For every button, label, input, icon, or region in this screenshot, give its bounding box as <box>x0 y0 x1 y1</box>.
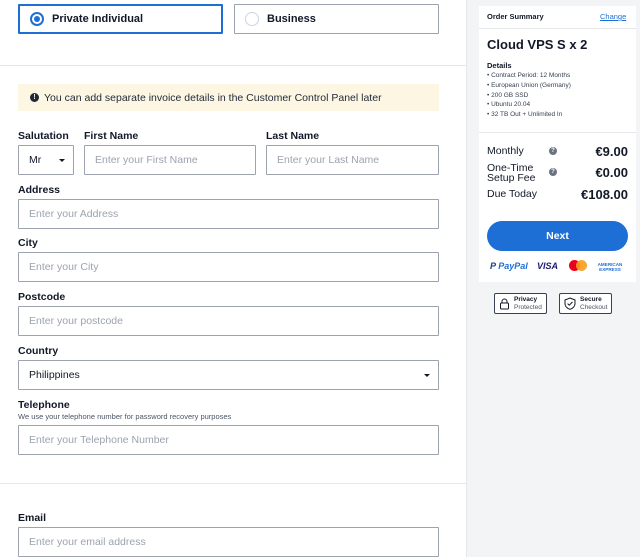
postcode-label: Postcode <box>18 291 66 303</box>
last-name-input[interactable]: Enter your Last Name <box>266 145 439 175</box>
details-heading: Details <box>487 61 512 70</box>
divider <box>0 483 467 484</box>
change-link[interactable]: Change <box>600 12 626 21</box>
paypal-icon: P PayPal <box>490 261 528 271</box>
chevron-down-icon <box>424 374 430 377</box>
radio-unselected-icon <box>245 12 259 26</box>
detail-item: 32 TB Out + Unlimited In <box>487 110 571 120</box>
telephone-input[interactable]: Enter your Telephone Number <box>18 425 439 455</box>
radio-selected-icon <box>30 12 44 26</box>
last-name-placeholder: Enter your Last Name <box>277 154 380 166</box>
divider <box>479 28 636 29</box>
business-label: Business <box>267 13 316 25</box>
secure-checkout-badge: Secure Checkout <box>559 293 613 314</box>
paypal-label: PayPal <box>498 261 528 271</box>
country-value: Philippines <box>29 369 80 381</box>
secure-line1: Secure <box>580 296 602 303</box>
address-label: Address <box>18 184 61 196</box>
detail-item: Ubuntu 20.04 <box>487 100 571 110</box>
salutation-label: Salutation <box>18 130 69 142</box>
email-placeholder: Enter your email address <box>29 536 146 548</box>
divider <box>0 65 467 66</box>
product-name: Cloud VPS S x 2 <box>487 37 588 52</box>
salutation-select[interactable]: Mr <box>18 145 74 175</box>
last-name-label: Last Name <box>266 130 320 142</box>
email-label: Email <box>18 512 47 524</box>
country-label: Country <box>18 345 59 357</box>
private-individual-option[interactable]: Private Individual <box>18 4 223 34</box>
telephone-hint: We use your telephone number for passwor… <box>18 412 232 421</box>
telephone-placeholder: Enter your Telephone Number <box>29 434 169 446</box>
city-label: City <box>18 237 38 249</box>
privacy-line2: Protected <box>514 303 542 311</box>
secure-line2: Checkout <box>580 303 608 311</box>
due-today-value: €108.00 <box>581 187 628 202</box>
divider <box>479 132 636 133</box>
salutation-value: Mr <box>29 154 42 166</box>
address-placeholder: Enter your Address <box>29 208 119 220</box>
detail-item: 200 GB SSD <box>487 91 571 101</box>
postcode-placeholder: Enter your postcode <box>29 315 123 327</box>
help-icon[interactable]: ? <box>549 147 557 155</box>
city-input[interactable]: Enter your City <box>18 252 439 282</box>
monthly-label: Monthly <box>487 145 524 157</box>
city-placeholder: Enter your City <box>29 261 99 273</box>
amex-icon: AMERICAN EXPRESS <box>597 262 623 272</box>
order-summary-title: Order Summary <box>487 12 544 21</box>
help-icon[interactable]: ? <box>549 168 557 176</box>
shield-check-icon <box>564 297 576 310</box>
postcode-input[interactable]: Enter your postcode <box>18 306 439 336</box>
privacy-line1: Privacy <box>514 296 538 303</box>
notice-text: You can add separate invoice details in … <box>44 91 382 104</box>
monthly-value: €9.00 <box>595 144 628 159</box>
telephone-label: Telephone <box>18 399 70 411</box>
detail-item: European Union (Germany) <box>487 81 571 91</box>
first-name-label: First Name <box>84 130 139 142</box>
privacy-protected-badge: Privacy Protected <box>494 293 547 314</box>
details-list: Contract Period: 12 Months European Unio… <box>487 71 571 120</box>
info-icon: ! <box>30 93 39 102</box>
detail-item: Contract Period: 12 Months <box>487 71 571 81</box>
chevron-down-icon <box>59 159 65 162</box>
setup-fee-value: €0.00 <box>595 165 628 180</box>
invoice-notice: ! You can add separate invoice details i… <box>18 84 439 111</box>
setup-fee-label-line2: Setup Fee <box>487 172 536 184</box>
lock-icon <box>500 298 509 309</box>
first-name-input[interactable]: Enter your First Name <box>84 145 256 175</box>
business-option[interactable]: Business <box>234 4 439 34</box>
due-today-label: Due Today <box>487 188 538 200</box>
country-select[interactable]: Philippines <box>18 360 439 390</box>
first-name-placeholder: Enter your First Name <box>95 154 198 166</box>
next-button[interactable]: Next <box>487 221 628 251</box>
visa-icon: VISA <box>537 261 559 271</box>
address-input[interactable]: Enter your Address <box>18 199 439 229</box>
checkout-form-panel: Private Individual Business ! You can ad… <box>0 0 467 557</box>
private-individual-label: Private Individual <box>52 13 144 25</box>
email-input[interactable]: Enter your email address <box>18 527 439 557</box>
mastercard-icon <box>568 259 588 273</box>
